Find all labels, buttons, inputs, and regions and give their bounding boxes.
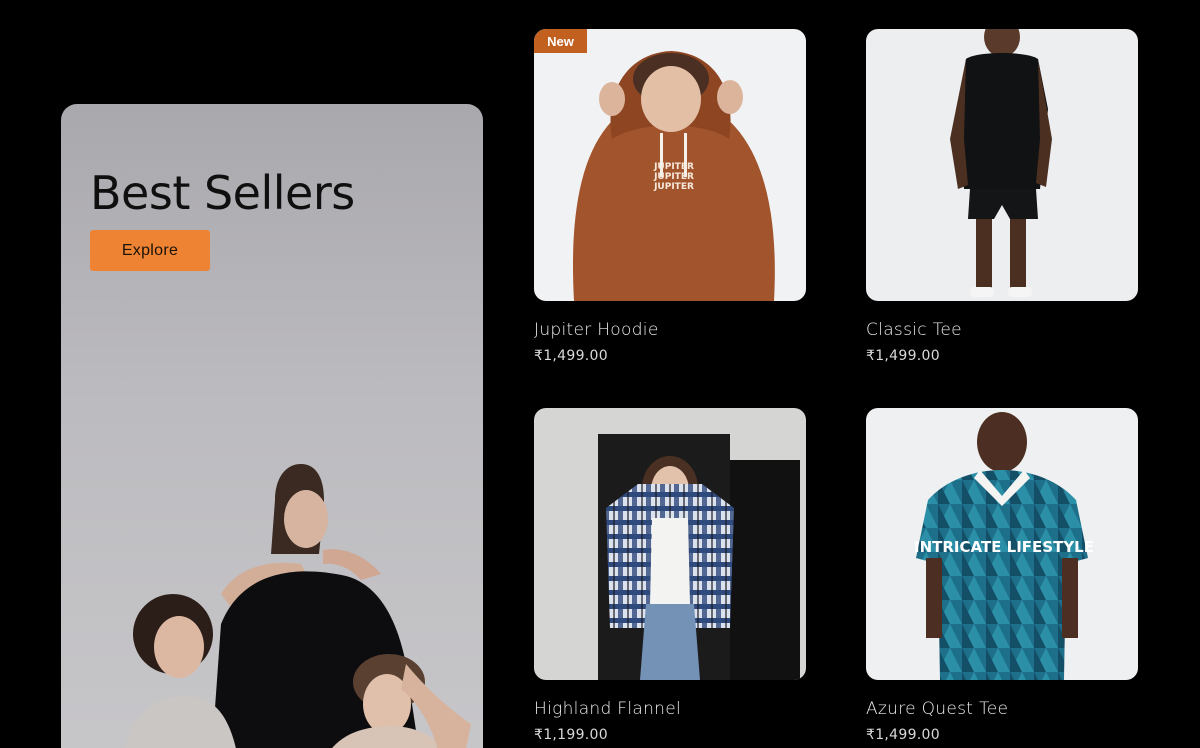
- product-card[interactable]: Classic Tee ₹1,499.00: [866, 29, 1138, 364]
- product-card[interactable]: Highland Flannel ₹1,199.00: [534, 408, 806, 743]
- product-price: ₹1,499.00: [866, 348, 940, 364]
- product-card[interactable]: INTRICATE LIFESTYLE Azure Quest Tee ₹1,4…: [866, 408, 1138, 743]
- azure-tee-photo: INTRICATE LIFESTYLE: [866, 408, 1138, 680]
- product-price: ₹1,199.00: [534, 727, 608, 743]
- product-image[interactable]: INTRICATE LIFESTYLE: [866, 408, 1138, 680]
- product-price: ₹1,499.00: [866, 727, 940, 743]
- tee-photo: [866, 29, 1138, 301]
- product-price: ₹1,499.00: [534, 348, 608, 364]
- hoodie-photo: JUPITER JUPITER JUPITER: [534, 29, 806, 301]
- svg-text:INTRICATE LIFESTYLE: INTRICATE LIFESTYLE: [914, 538, 1094, 556]
- best-sellers-section: Best Sellers Explore JUPITER JUPITER JUP…: [0, 0, 1200, 748]
- best-sellers-hero-card: Best Sellers Explore: [61, 104, 483, 748]
- models-group-image: [124, 464, 471, 748]
- new-badge: New: [534, 29, 587, 53]
- product-name[interactable]: Azure Quest Tee: [866, 699, 1138, 719]
- product-image[interactable]: JUPITER JUPITER JUPITER New: [534, 29, 806, 301]
- product-card[interactable]: JUPITER JUPITER JUPITER New Jupiter Hood…: [534, 29, 806, 364]
- explore-button[interactable]: Explore: [90, 230, 210, 271]
- product-name[interactable]: Highland Flannel: [534, 699, 806, 719]
- hero-title: Best Sellers: [90, 166, 355, 220]
- product-image[interactable]: [866, 29, 1138, 301]
- svg-text:JUPITER: JUPITER: [653, 172, 694, 182]
- product-name[interactable]: Classic Tee: [866, 320, 1138, 340]
- product-image[interactable]: [534, 408, 806, 680]
- svg-text:JUPITER: JUPITER: [653, 182, 694, 192]
- svg-text:JUPITER: JUPITER: [653, 162, 694, 172]
- flannel-photo: [534, 408, 806, 680]
- product-name[interactable]: Jupiter Hoodie: [534, 320, 806, 340]
